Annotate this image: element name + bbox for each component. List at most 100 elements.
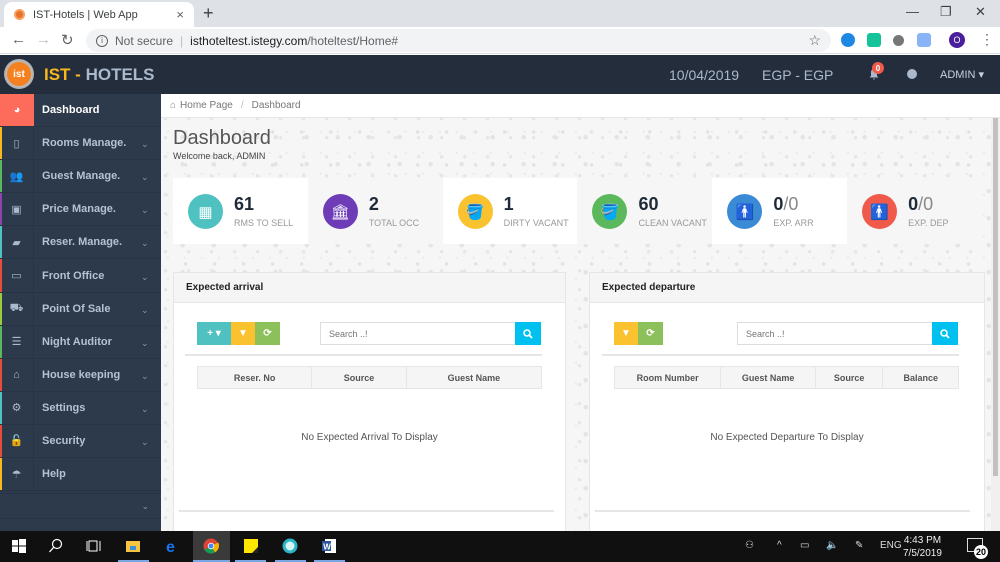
svg-text:W: W	[323, 543, 331, 552]
currency-selector[interactable]: EGP - EGP	[762, 67, 833, 83]
sidebar-item-point-of-sale[interactable]: ⛟ Point Of Sale ⌄	[0, 292, 161, 326]
windows-start-icon[interactable]	[11, 538, 27, 554]
column-header[interactable]: Reser. No	[198, 367, 313, 388]
building-icon: ▦	[188, 194, 223, 229]
search-icon[interactable]	[48, 538, 64, 554]
column-header[interactable]: Room Number	[615, 367, 722, 388]
edge-icon[interactable]: e	[165, 538, 181, 554]
stat-label: CLEAN VACANT	[638, 218, 707, 228]
user-menu[interactable]: ADMIN ▾	[940, 68, 984, 81]
file-explorer-icon[interactable]	[125, 538, 141, 554]
chevron-down-icon: ⌄	[141, 139, 149, 150]
system-clock[interactable]: 4:43 PM 7/5/2019	[903, 534, 942, 560]
bookmark-star-icon[interactable]: ☆	[808, 32, 821, 49]
people-icon[interactable]: ⚇	[745, 540, 754, 551]
back-button[interactable]: ←	[11, 31, 26, 48]
sticky-notes-icon[interactable]	[243, 538, 259, 554]
departure-search-button[interactable]	[932, 322, 958, 345]
restore-button[interactable]: ❐	[940, 4, 952, 20]
sidebar-item-help[interactable]: ☂ Help	[0, 458, 161, 492]
logo[interactable]: ist	[4, 59, 34, 89]
notification-badge: 0	[872, 62, 884, 74]
forward-button[interactable]: →	[36, 31, 51, 48]
sidebar-item-guest-manage[interactable]: 👥 Guest Manage. ⌄	[0, 160, 161, 194]
column-header[interactable]: Source	[816, 367, 884, 388]
profile-avatar[interactable]: O	[949, 32, 965, 48]
column-header[interactable]: Source	[312, 367, 407, 388]
stat-label: RMS TO SELL	[234, 218, 294, 228]
windows-taskbar: e W ⚇ ^ ▭ 🔈 ✎ ENG 4:43 PM 7/5/2019 20	[0, 531, 1000, 562]
arrival-table-header: Reser. No Source Guest Name	[197, 366, 542, 389]
stat-card-exp-arr: 🚹 0/0 EXP. ARR	[712, 178, 848, 244]
battery-icon[interactable]: ▭	[800, 540, 809, 551]
arrival-search-button[interactable]	[515, 322, 541, 345]
bucket-icon: 🪣	[457, 194, 493, 229]
app-icon[interactable]	[282, 538, 298, 554]
sidebar-item-rooms-manage[interactable]: ▯ Rooms Manage. ⌄	[0, 127, 161, 161]
filter-button[interactable]: ▼	[614, 322, 638, 345]
chevron-down-icon: ⌄	[141, 337, 149, 348]
breadcrumb-home[interactable]: Home Page	[180, 100, 233, 111]
sidebar-item-label: Dashboard	[42, 104, 100, 117]
minimize-button[interactable]: —	[906, 4, 919, 19]
extension-icon[interactable]	[893, 35, 904, 46]
info-icon[interactable]: i	[96, 34, 108, 47]
chevron-down-icon: ⌄	[141, 238, 149, 249]
male-icon: 🚹	[727, 194, 763, 229]
bucket-icon: 🪣	[592, 194, 628, 229]
column-header[interactable]: Guest Name	[721, 367, 816, 388]
arrival-search-input[interactable]	[320, 322, 515, 345]
window-close-button[interactable]: ✕	[975, 4, 986, 20]
departure-search-input[interactable]	[737, 322, 932, 345]
chrome-icon[interactable]	[203, 538, 219, 554]
monitor-icon: ▭	[0, 259, 34, 292]
browser-tab[interactable]: IST-Hotels | Web App ×	[4, 2, 194, 27]
browser-menu-icon[interactable]: ⋮	[980, 31, 994, 48]
sidebar-item-dashboard[interactable]: ◕ Dashboard	[0, 94, 161, 128]
stat-label: EXP. ARR	[773, 218, 814, 228]
sidebar-item-house-keeping[interactable]: ⌂ House keeping ⌄	[0, 358, 161, 392]
refresh-button[interactable]: ⟳	[255, 322, 280, 345]
column-header[interactable]: Balance	[883, 367, 958, 388]
chevron-down-icon: ⌄	[141, 370, 149, 381]
globe-icon[interactable]	[907, 69, 917, 79]
address-bar[interactable]: i Not secure | isthoteltest.istegy.com /…	[86, 29, 831, 52]
extension-icon[interactable]	[841, 33, 855, 47]
chevron-down-icon: ⌄	[141, 172, 149, 183]
volume-icon[interactable]: 🔈	[826, 540, 838, 551]
refresh-button[interactable]: ⟳	[638, 322, 663, 345]
filter-button[interactable]: ▼	[231, 322, 255, 345]
sidebar-item-settings[interactable]: ⚙ Settings ⌄	[0, 391, 161, 425]
sidebar-item-front-office[interactable]: ▭ Front Office ⌄	[0, 259, 161, 293]
sidebar-item-price-manage[interactable]: ▣ Price Manage. ⌄	[0, 193, 161, 227]
sidebar-toggle[interactable]: ⌄	[0, 493, 161, 519]
reload-button[interactable]: ↻	[61, 31, 74, 49]
sidebar-item-night-auditor[interactable]: ☰ Night Auditor ⌄	[0, 325, 161, 359]
grammarly-extension-icon[interactable]	[867, 33, 881, 47]
expected-arrival-panel: Expected arrival + ▾ ▼ ⟳ Reser. No Sourc…	[173, 272, 566, 531]
filter-icon: ▼	[238, 328, 248, 339]
add-button[interactable]: + ▾	[197, 322, 231, 345]
sidebar-item-label: Rooms Manage.	[42, 137, 127, 150]
extension-icon[interactable]	[917, 33, 931, 47]
sidebar-item-security[interactable]: 🔓 Security ⌄	[0, 424, 161, 459]
word-icon[interactable]: W	[321, 538, 337, 554]
sidebar-item-label: Price Manage.	[42, 203, 116, 216]
page-scrollbar[interactable]	[991, 94, 1000, 531]
search-icon	[523, 328, 533, 339]
task-view-icon[interactable]	[86, 538, 102, 554]
language-indicator[interactable]: ENG	[880, 540, 902, 551]
scrollbar-thumb[interactable]	[993, 96, 998, 476]
expected-departure-panel: Expected departure ▼ ⟳ Room Number Guest…	[589, 272, 985, 531]
tab-close-button[interactable]: ×	[176, 7, 184, 22]
business-date: 10/04/2019	[669, 67, 740, 83]
new-tab-button[interactable]: +	[203, 3, 214, 24]
umbrella-icon: ☂	[0, 458, 34, 491]
browser-tabstrip: IST-Hotels | Web App × + — ❐ ✕	[0, 0, 1000, 27]
column-header[interactable]: Guest Name	[407, 367, 541, 388]
network-icon[interactable]: ✎	[855, 540, 863, 551]
chevron-down-icon: ⌄	[141, 436, 149, 447]
sidebar-item-reser-manage[interactable]: ▰ Reser. Manage. ⌄	[0, 226, 161, 260]
panel-title: Expected departure	[590, 273, 984, 303]
show-hidden-icons-button[interactable]: ^	[777, 540, 782, 551]
